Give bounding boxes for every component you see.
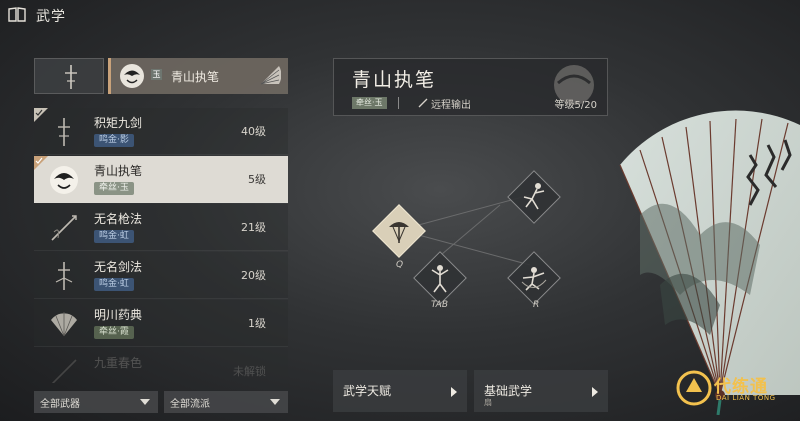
book-icon: [8, 7, 26, 22]
weapon-tab-sword[interactable]: [34, 58, 104, 94]
skill-level: 5级: [248, 173, 266, 186]
chevron-right-icon: [592, 387, 598, 397]
divider: [398, 97, 399, 109]
skill-name: 明川药典: [94, 308, 143, 322]
skill-tag: 牵丝·玉: [94, 182, 134, 195]
skill-row-0[interactable]: 积矩九剑 鸣金·影 40级: [34, 108, 288, 155]
skill-row-1[interactable]: 青山执笔 牵丝·玉 5级: [34, 156, 288, 203]
skill-name: 积矩九剑: [94, 116, 143, 130]
weapon-filter-value: 全部武器: [40, 399, 80, 410]
skill-row-2[interactable]: 无名枪法 鸣金·虹 21级: [34, 204, 288, 251]
skill-key-tab: TAB: [431, 300, 449, 310]
ink-portrait-icon: [50, 166, 78, 194]
skill-key-q: Q: [396, 260, 404, 270]
skill-level: 1级: [248, 317, 266, 330]
skill-tag: 鸣金·影: [94, 134, 134, 147]
school-filter-value: 全部流派: [170, 399, 210, 410]
check-icon: [34, 156, 48, 170]
skill-name: 无名剑法: [94, 260, 143, 274]
skill-row-5[interactable]: 九重春色 未解锁: [34, 348, 288, 383]
skill-tag: 鸣金·虹: [94, 278, 134, 291]
skill-level: 未解锁: [233, 365, 266, 378]
chevron-right-icon: [451, 387, 457, 397]
skill-detail-type: 远程输出: [431, 100, 471, 111]
selected-weapon-label: 青山执笔: [171, 70, 220, 84]
spear-icon: [51, 215, 77, 241]
weapon-selector: 玉 青山执笔: [34, 58, 288, 94]
sword-icon: [55, 262, 73, 290]
skill-row-4[interactable]: 明川药典 牵丝·霞 1级: [34, 300, 288, 347]
pen-icon: [418, 98, 428, 108]
warrior-skill-icon: [431, 265, 449, 293]
check-icon: [34, 108, 48, 122]
top-bar: 武学: [0, 0, 800, 30]
sword-icon: [65, 65, 77, 89]
fan-icon: [51, 312, 77, 337]
skill-tag: 牵丝·霞: [94, 326, 134, 339]
dagger-skill-icon: [389, 222, 409, 243]
weapon-tab-pen[interactable]: 玉 青山执笔: [108, 58, 288, 94]
martial-talent-button[interactable]: 武学天赋: [333, 370, 467, 412]
sword-icon: [58, 118, 70, 146]
school-filter-dropdown[interactable]: 全部流派: [164, 391, 288, 413]
chevron-down-icon: [140, 399, 150, 405]
skill-level: 40级: [241, 125, 266, 138]
skill-level: 21级: [241, 221, 266, 234]
skill-name: 无名枪法: [94, 212, 143, 226]
leap-skill-icon: [523, 183, 545, 210]
skill-list: 积矩九剑 鸣金·影 40级 青山执笔 牵丝·玉 5级 无名枪法 鸣金·虹 21级: [34, 108, 288, 383]
basic-martial-button[interactable]: 基础武学 扇: [474, 370, 608, 412]
skill-level: 20级: [241, 269, 266, 282]
fan-icon: [260, 66, 281, 85]
chevron-down-icon: [270, 399, 280, 405]
skill-name: 青山执笔: [94, 164, 143, 178]
spin-skill-icon: [521, 267, 547, 291]
skill-detail-badge: 牵丝·玉: [352, 97, 387, 109]
skill-detail-title: 青山执笔: [352, 69, 437, 91]
basic-martial-sub: 扇: [484, 398, 492, 407]
martial-talent-label: 武学天赋: [343, 384, 392, 398]
spear-icon: [51, 359, 77, 383]
watermark-sub: DAI LIAN TONG: [716, 394, 776, 402]
weapon-filter-dropdown[interactable]: 全部武器: [34, 391, 158, 413]
skill-row-3[interactable]: 无名剑法 鸣金·虹 20级: [34, 252, 288, 299]
page-title: 武学: [36, 9, 66, 25]
skill-key-r: R: [533, 300, 540, 310]
ink-portrait-icon: [120, 64, 144, 88]
skill-detail-card: 青山执笔 牵丝·玉 远程输出 等级5/20: [333, 58, 608, 116]
skill-name: 九重春色: [94, 356, 143, 370]
skill-tag: 鸣金·虹: [94, 230, 134, 243]
ink-emblem-icon: [554, 65, 594, 105]
tier-icon: 玉: [151, 69, 162, 80]
